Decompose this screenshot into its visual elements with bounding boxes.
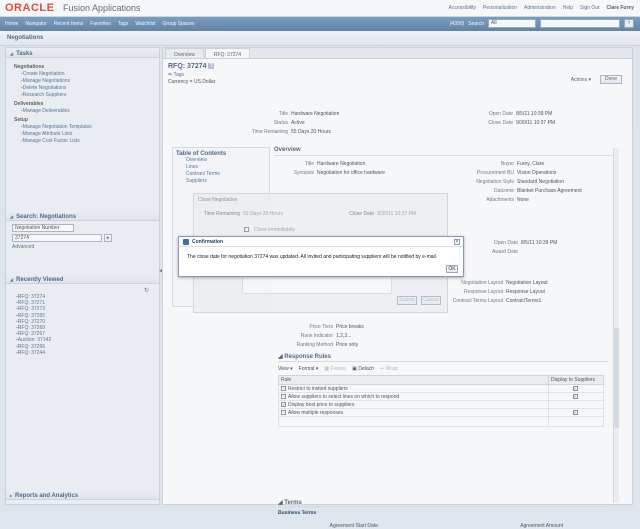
close-icon[interactable]: × <box>454 239 460 245</box>
term-agreement-start: Agreement Start Date <box>329 523 378 529</box>
info-icon <box>183 238 189 245</box>
confirmation-dialog: Confirmation × The close date for negoti… <box>178 236 464 277</box>
term-agreement-amount: Agreement Amount <box>520 523 563 529</box>
ok-button[interactable]: OK <box>446 265 458 273</box>
confirmation-header: Confirmation <box>179 237 463 247</box>
confirmation-message: The close date for negotiation 37274 was… <box>187 254 438 260</box>
